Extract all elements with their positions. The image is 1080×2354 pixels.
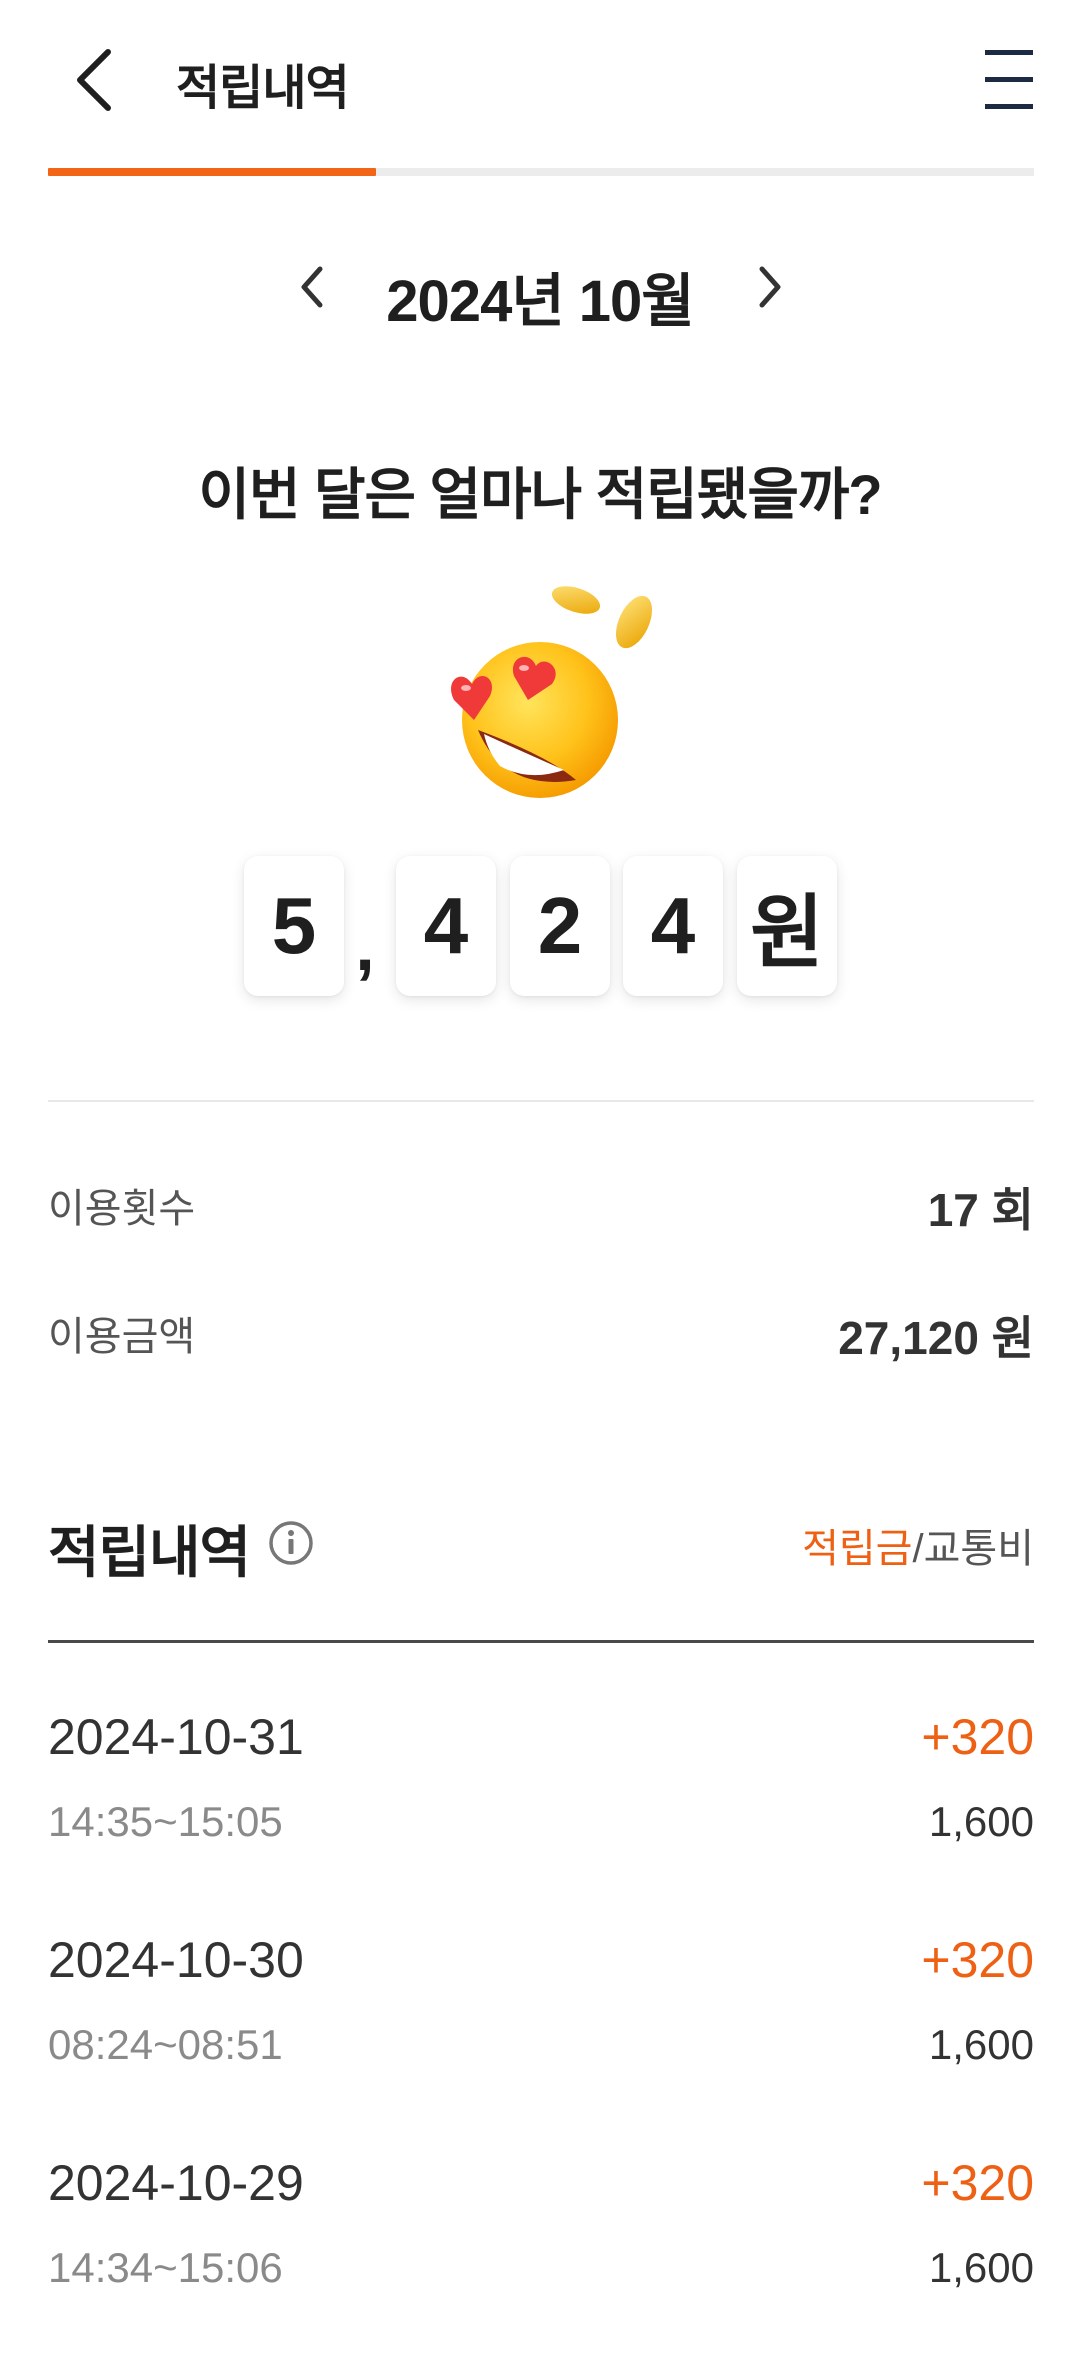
- history-entry[interactable]: 2024-10-31 14:35~15:05 +320 1,600: [48, 1708, 1034, 1908]
- heart-eyes-emoji-icon: [444, 580, 664, 810]
- toggle-points[interactable]: 적립금: [802, 1527, 912, 1571]
- history-entry[interactable]: 2024-10-29 14:34~15:06 +320 1,600: [48, 2154, 1034, 2354]
- monthly-question: 이번 달은 얼마나 적립됐을까?: [198, 463, 882, 526]
- entry-points: +320: [921, 2155, 1034, 2211]
- hamburger-menu-icon: [985, 50, 1033, 109]
- entry-fare: 1,600: [928, 2244, 1034, 2291]
- amount-digit: 5: [244, 856, 344, 996]
- amount-digit: 4: [623, 856, 723, 996]
- back-button[interactable]: [66, 44, 122, 116]
- entry-date: 2024-10-29: [48, 2155, 304, 2211]
- next-month-button[interactable]: [746, 254, 794, 320]
- usage-amount-label: 이용금액: [48, 1315, 196, 1359]
- toggle-separator: /: [912, 1527, 924, 1571]
- entry-points: +320: [921, 1932, 1034, 1988]
- menu-button[interactable]: [982, 44, 1036, 114]
- progress-fill: [48, 168, 377, 176]
- divider: [48, 1100, 1034, 1102]
- entry-fare: 1,600: [928, 2021, 1034, 2068]
- usage-amount-value: 27,120 원: [838, 1312, 1034, 1364]
- month-label: 2024년 10월: [386, 269, 694, 334]
- amount-unit: 원: [737, 856, 837, 996]
- entry-date: 2024-10-31: [48, 1709, 304, 1765]
- info-circle-icon[interactable]: [268, 1520, 314, 1566]
- page-title: 적립내역: [176, 62, 350, 115]
- chevron-left-icon: [77, 49, 111, 111]
- divider: [48, 1640, 1034, 1643]
- view-toggle: 적립금/교통비: [802, 1516, 1034, 1574]
- month-navigator: 2024년 10월: [0, 244, 1080, 334]
- progress-bar: [48, 168, 1034, 176]
- app-header: 적립내역: [0, 0, 1080, 160]
- usage-count-value: 17 회: [927, 1184, 1034, 1236]
- history-entry[interactable]: 2024-10-30 08:24~08:51 +320 1,600: [48, 1931, 1034, 2131]
- entry-time: 14:34~15:06: [48, 2244, 283, 2291]
- entry-fare: 1,600: [928, 1798, 1034, 1845]
- entry-date: 2024-10-30: [48, 1932, 304, 1988]
- chevron-left-icon: [301, 266, 323, 308]
- amount-separator: ,: [355, 907, 375, 985]
- toggle-fare[interactable]: 교통비: [924, 1527, 1034, 1571]
- amount-digit: 4: [396, 856, 496, 996]
- monthly-points-amount: 5 , 4 2 4 원: [0, 856, 1080, 1000]
- chevron-right-icon: [759, 266, 781, 308]
- usage-count-label: 이용횟수: [48, 1187, 196, 1231]
- prev-month-button[interactable]: [288, 254, 336, 320]
- entry-time: 08:24~08:51: [48, 2021, 283, 2068]
- history-section-title: 적립내역: [48, 1521, 251, 1584]
- entry-time: 14:35~15:05: [48, 1798, 283, 1845]
- amount-digit: 2: [510, 856, 610, 996]
- entry-points: +320: [921, 1709, 1034, 1765]
